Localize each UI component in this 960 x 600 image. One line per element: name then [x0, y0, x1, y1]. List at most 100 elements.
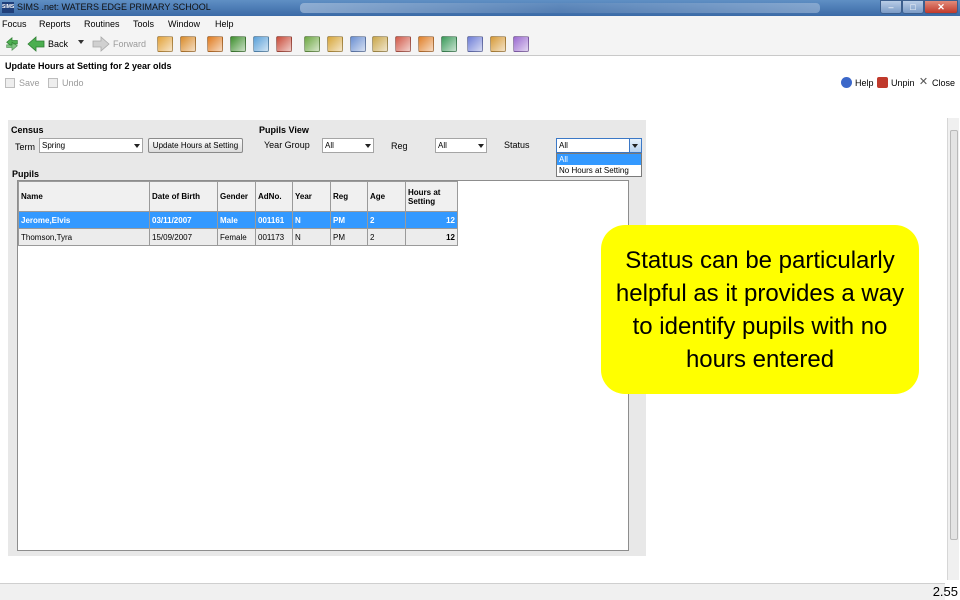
- menu-window[interactable]: Window: [168, 19, 200, 29]
- toolbar: Back Forward: [0, 32, 960, 56]
- module-shortcut-icon[interactable]: [304, 36, 320, 52]
- status-option-no-hours[interactable]: No Hours at Setting: [557, 165, 641, 176]
- status-bar: [0, 583, 945, 600]
- module-shortcut-icon[interactable]: [467, 36, 483, 52]
- cell-hours-input[interactable]: 12: [405, 211, 458, 229]
- pupils-view-group-label: Pupils View: [259, 125, 309, 135]
- cell-dob: 03/11/2007: [149, 211, 218, 229]
- refresh-button[interactable]: [4, 35, 23, 53]
- undo-button[interactable]: Undo: [48, 78, 84, 88]
- census-group-label: Census: [11, 125, 44, 135]
- reg-select[interactable]: All: [435, 138, 487, 153]
- close-label: Close: [932, 77, 956, 88]
- table-row[interactable]: Thomson,Tyra 15/09/2007 Female 001173 N …: [18, 228, 458, 246]
- vertical-scrollbar[interactable]: [947, 118, 959, 580]
- close-module-button[interactable]: ✕ Close: [918, 77, 955, 88]
- column-header-age[interactable]: Age: [367, 181, 406, 212]
- title-bar-background: [300, 3, 820, 13]
- cell-gender: Male: [217, 211, 256, 229]
- menu-routines[interactable]: Routines: [84, 19, 120, 29]
- status-label: Status: [504, 140, 530, 150]
- menu-reports[interactable]: Reports: [39, 19, 71, 29]
- back-button[interactable]: Back: [27, 35, 68, 53]
- year-group-select[interactable]: All: [322, 138, 374, 153]
- maximize-button[interactable]: □: [902, 0, 924, 14]
- chevron-down-icon: [134, 144, 140, 148]
- minimize-button[interactable]: –: [880, 0, 902, 14]
- back-arrow-icon: [27, 36, 45, 52]
- status-dropdown-list: All No Hours at Setting: [556, 153, 642, 177]
- help-icon: [841, 77, 852, 88]
- module-shortcut-icon[interactable]: [372, 36, 388, 52]
- undo-label: Undo: [62, 78, 84, 88]
- help-label: Help: [855, 77, 874, 88]
- column-header-dob[interactable]: Date of Birth: [149, 181, 218, 212]
- status-dropdown-button[interactable]: [629, 139, 641, 152]
- forward-label: Forward: [113, 39, 147, 49]
- column-header-reg[interactable]: Reg: [330, 181, 368, 212]
- module-shortcut-icon[interactable]: [513, 36, 529, 52]
- close-window-button[interactable]: ✕: [924, 0, 958, 14]
- back-label: Back: [48, 39, 69, 49]
- refresh-icon: [6, 37, 18, 51]
- module-shortcut-icon[interactable]: [253, 36, 269, 52]
- callout-note: Status can be particularly helpful as it…: [601, 225, 919, 394]
- term-select[interactable]: Spring: [39, 138, 143, 153]
- save-icon: [5, 78, 15, 88]
- scrollbar-thumb[interactable]: [950, 130, 958, 540]
- status-value: All: [559, 141, 568, 150]
- reg-value: All: [438, 141, 447, 150]
- menu-help[interactable]: Help: [215, 19, 234, 29]
- module-shortcut-icon[interactable]: [327, 36, 343, 52]
- term-label: Term: [15, 142, 35, 152]
- column-header-adno[interactable]: AdNo.: [255, 181, 293, 212]
- sims-app-icon: SIMS: [2, 2, 14, 13]
- pin-icon: [877, 77, 888, 88]
- chevron-down-icon: [365, 144, 371, 148]
- module-shortcut-icon[interactable]: [180, 36, 196, 52]
- unpin-label: Unpin: [891, 77, 915, 88]
- cell-adno: 001173: [255, 228, 293, 246]
- menu-focus[interactable]: Focus: [2, 19, 27, 29]
- column-header-gender[interactable]: Gender: [217, 181, 256, 212]
- forward-button[interactable]: Forward: [92, 35, 146, 53]
- year-group-label: Year Group: [264, 140, 310, 150]
- column-header-year[interactable]: Year: [292, 181, 331, 212]
- module-title: Update Hours at Setting for 2 year olds: [5, 61, 172, 71]
- status-option-all[interactable]: All: [557, 154, 641, 165]
- module-shortcut-icon[interactable]: [490, 36, 506, 52]
- reg-label: Reg: [391, 141, 408, 151]
- menu-tools[interactable]: Tools: [133, 19, 154, 29]
- cell-age: 2: [367, 211, 406, 229]
- menu-bar: Focus Reports Routines Tools Window Help: [0, 16, 960, 32]
- cell-reg: PM: [330, 228, 368, 246]
- cell-year: N: [292, 228, 331, 246]
- chevron-down-icon: [478, 144, 484, 148]
- help-button[interactable]: Help: [841, 77, 874, 88]
- close-x-icon: ✕: [918, 76, 929, 88]
- module-shortcut-icon[interactable]: [418, 36, 434, 52]
- cell-dob: 15/09/2007: [149, 228, 218, 246]
- module-shortcut-icon[interactable]: [157, 36, 173, 52]
- module-shortcut-icon[interactable]: [230, 36, 246, 52]
- unpin-button[interactable]: Unpin: [877, 77, 915, 88]
- module-shortcut-icon[interactable]: [441, 36, 457, 52]
- update-hours-button[interactable]: Update Hours at Setting: [148, 138, 243, 153]
- status-select[interactable]: All: [556, 138, 642, 153]
- column-header-hours[interactable]: Hours at Setting: [405, 181, 458, 212]
- cell-hours-input[interactable]: 12: [405, 228, 458, 246]
- term-value: Spring: [42, 141, 66, 150]
- table-row[interactable]: Jerome,Elvis 03/11/2007 Male 001161 N PM…: [18, 211, 458, 229]
- save-button[interactable]: Save: [5, 78, 40, 88]
- pupils-grid: Name Date of Birth Gender AdNo. Year Reg…: [17, 180, 629, 551]
- save-label: Save: [19, 78, 40, 88]
- cell-gender: Female: [217, 228, 256, 246]
- module-shortcut-icon[interactable]: [395, 36, 411, 52]
- column-header-name[interactable]: Name: [18, 181, 150, 212]
- back-history-chevron-icon[interactable]: [78, 40, 84, 44]
- module-shortcut-icon[interactable]: [350, 36, 366, 52]
- undo-icon: [48, 78, 58, 88]
- module-shortcut-icon[interactable]: [207, 36, 223, 52]
- table-header-row: Name Date of Birth Gender AdNo. Year Reg…: [18, 181, 458, 212]
- module-shortcut-icon[interactable]: [276, 36, 292, 52]
